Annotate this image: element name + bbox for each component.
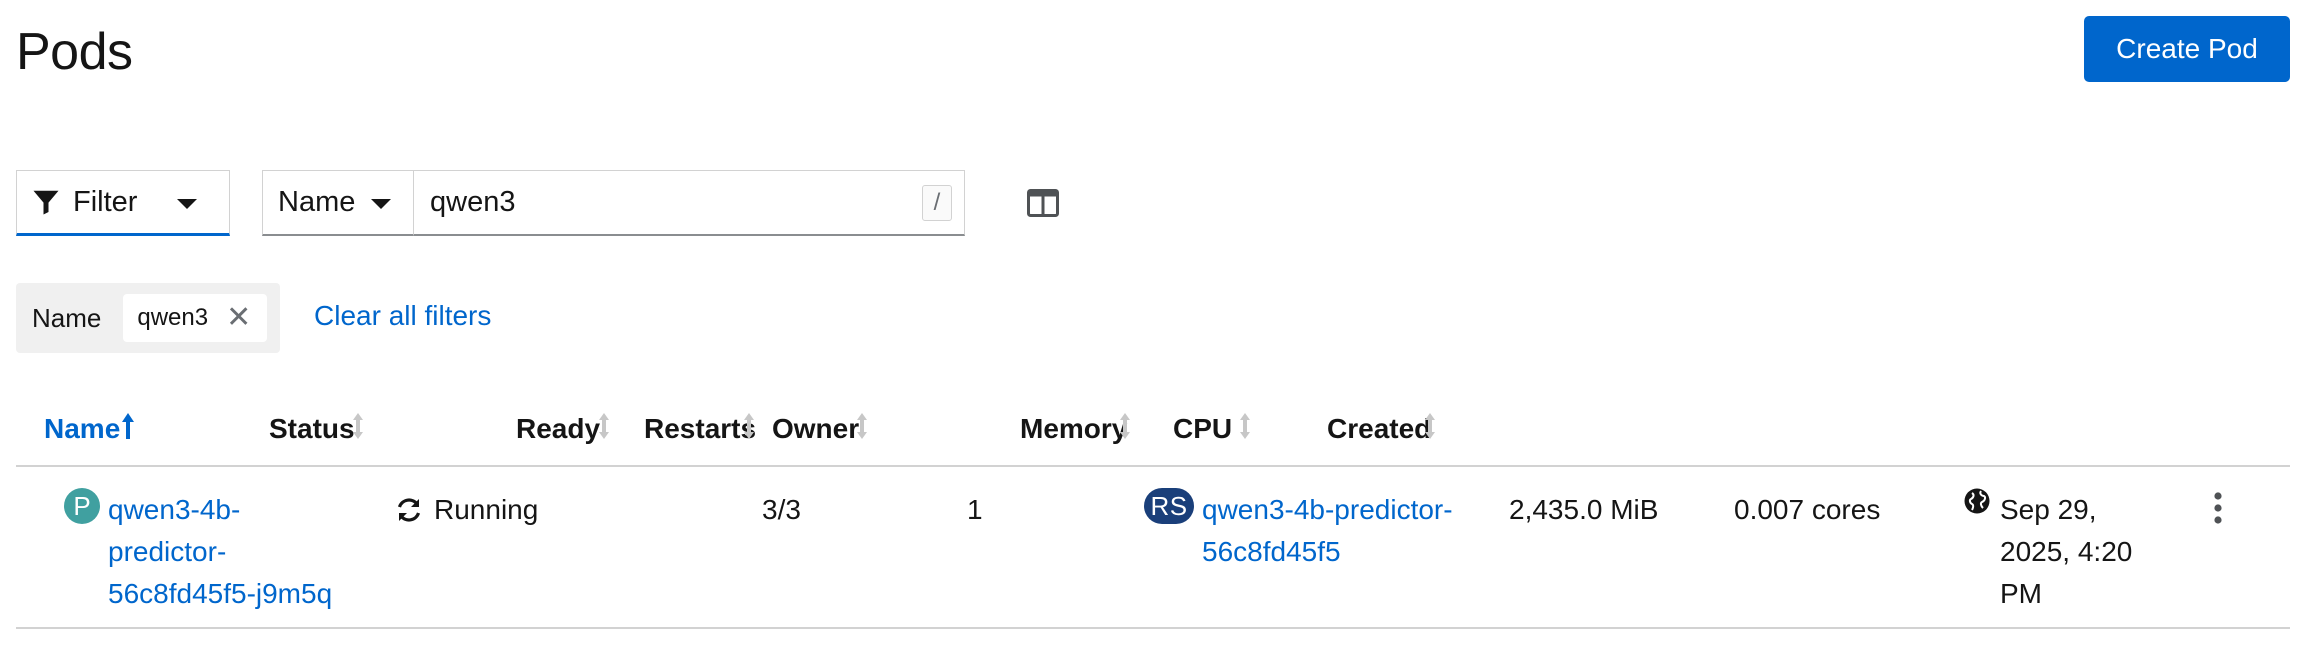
filter-attribute-label: Name [278,186,356,218]
pod-kind-badge: P [64,488,100,524]
created-line: PM [2000,578,2042,609]
search-field[interactable]: / [413,170,965,236]
owner-line: qwen3-4b-predictor- [1202,494,1453,525]
sort-ascending-icon[interactable] [120,411,136,441]
caret-down-icon [177,199,197,209]
caret-down-icon [371,199,391,209]
filter-chip: qwen3 ✕ [123,294,268,342]
sort-icon[interactable] [596,411,612,441]
column-header-cpu[interactable]: CPU [1173,413,1232,445]
sort-icon[interactable] [854,411,870,441]
sort-icon[interactable] [1237,411,1253,441]
sort-icon[interactable] [1117,411,1133,441]
clear-all-filters-link[interactable]: Clear all filters [314,300,491,332]
filter-type-dropdown[interactable]: Filter [16,170,230,236]
table-header: Name Status Ready Restarts Owner Memory … [16,405,2290,467]
kebab-menu-icon[interactable] [2212,491,2224,525]
column-header-ready[interactable]: Ready [516,413,600,445]
pod-name-line: qwen3-4b- [108,494,241,525]
column-header-memory[interactable]: Memory [1020,413,1127,445]
column-header-name[interactable]: Name [44,413,120,445]
sort-icon[interactable] [1422,411,1438,441]
globe-icon [1964,488,1990,514]
filter-label: Filter [73,185,138,218]
restarts-cell: 1 [967,494,983,525]
pod-name-link[interactable]: qwen3-4b- predictor- 56c8fd45f5-j9m5q [108,489,332,615]
pod-name-line: 56c8fd45f5-j9m5q [108,578,333,609]
pod-name-line: predictor- [108,536,227,567]
column-header-status[interactable]: Status [269,413,355,445]
column-header-restarts[interactable]: Restarts [644,413,756,445]
create-pod-button[interactable]: Create Pod [2084,16,2290,82]
created-line: 2025, 4:20 [2000,536,2133,567]
sync-icon [397,498,421,522]
filter-icon [33,190,59,215]
column-header-owner[interactable]: Owner [772,413,859,445]
filter-chip-group: Name qwen3 ✕ [16,283,280,353]
keyboard-shortcut-hint: / [922,185,952,221]
status-cell: Running [396,489,538,531]
table-row: P qwen3-4b- predictor- 56c8fd45f5-j9m5q … [16,467,2290,629]
ready-cell: 3/3 [762,494,801,525]
page-title: Pods [16,23,133,81]
created-line: Sep 29, [2000,494,2097,525]
search-input[interactable] [430,186,870,219]
cpu-cell: 0.007 cores [1734,494,1881,525]
owner-kind-badge: RS [1144,488,1194,524]
close-icon[interactable]: ✕ [226,303,251,333]
status-text: Running [434,494,539,525]
chip-value: qwen3 [137,304,209,331]
owner-line: 56c8fd45f5 [1202,536,1341,567]
filter-attribute-select[interactable]: Name [262,170,414,236]
sort-icon[interactable] [350,411,366,441]
columns-icon[interactable] [1027,189,1059,217]
sort-icon[interactable] [741,411,757,441]
chip-category-label: Name [32,302,102,333]
column-header-created[interactable]: Created [1327,413,1431,445]
memory-cell: 2,435.0 MiB [1509,494,1659,525]
created-cell: Sep 29, 2025, 4:20 PM [2000,489,2132,615]
owner-link[interactable]: qwen3-4b-predictor- 56c8fd45f5 [1202,489,1453,573]
